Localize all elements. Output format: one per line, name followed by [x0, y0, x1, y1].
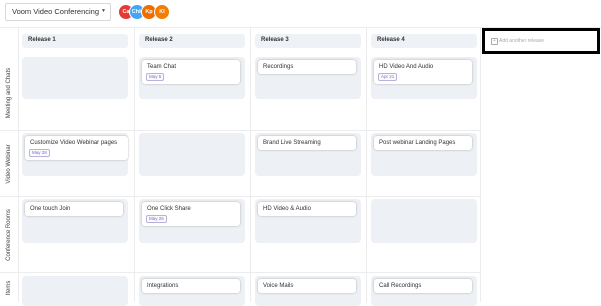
feature-card-title: Post webinar Landing Pages — [379, 140, 456, 146]
release-header-label: Release 2 — [145, 37, 173, 43]
cell-drop-zone[interactable] — [371, 199, 477, 243]
row-divider — [0, 272, 480, 273]
release-header[interactable]: Release 2 — [139, 34, 245, 48]
cell-drop-zone[interactable]: Team Chat May 5 — [139, 57, 245, 99]
add-release-label: Add another release — [499, 38, 545, 44]
feature-card-title: HD Video & Audio — [263, 206, 311, 212]
row-label-video-webinar: Video Webinar — [1, 131, 17, 196]
feature-card-title: HD Video And Audio — [379, 64, 434, 70]
feature-card-title: Call Recordings — [379, 283, 422, 289]
row-divider — [0, 196, 480, 197]
cell-drop-zone[interactable]: Recordings — [255, 57, 361, 99]
feature-card-title: One Click Share — [147, 206, 191, 212]
cell-drop-zone[interactable]: Brand Live Streaming — [255, 133, 361, 176]
chevron-down-icon: ▼ — [101, 8, 106, 14]
release-header[interactable]: Release 1 — [22, 34, 128, 48]
cell-drop-zone[interactable] — [22, 57, 128, 99]
column-divider — [480, 28, 481, 302]
feature-card[interactable]: One touch Join — [25, 202, 123, 216]
feature-card[interactable]: Call Recordings — [374, 279, 472, 293]
top-bar: Voom Video Conferencing ▼ Ca Chk Kp Kl — [0, 0, 601, 27]
feature-card-title: Integrations — [147, 283, 179, 289]
column-divider — [134, 28, 135, 302]
plus-icon: + — [491, 38, 498, 45]
row-label-meeting-and-chats: Meeting and Chats — [1, 55, 17, 130]
feature-card[interactable]: HD Video & Audio — [258, 202, 356, 216]
feature-card-date: May 26 — [146, 215, 167, 223]
feature-card-title: One touch Join — [30, 206, 71, 212]
cell-drop-zone[interactable] — [139, 133, 245, 176]
cell-drop-zone[interactable]: HD Video & Audio — [255, 199, 361, 243]
feature-card-title: Recordings — [263, 64, 294, 70]
feature-card[interactable]: Customize Video Webinar pages May 28 — [25, 136, 128, 160]
feature-card-title: Voice Mails — [263, 283, 294, 289]
feature-card[interactable]: Recordings — [258, 60, 356, 74]
feature-card-title: Customize Video Webinar pages — [30, 140, 118, 146]
cell-drop-zone[interactable]: One Click Share May 26 — [139, 199, 245, 243]
feature-card[interactable]: Post webinar Landing Pages — [374, 136, 472, 150]
row-label-text: Conference Rooms — [6, 208, 12, 261]
row-divider — [0, 130, 480, 131]
feature-card-date: May 28 — [29, 149, 50, 157]
feature-card[interactable]: Team Chat May 5 — [142, 60, 240, 84]
release-header-label: Release 3 — [261, 37, 289, 43]
feature-card-date: Apr 21 — [378, 73, 398, 81]
row-label-items: Items — [1, 273, 17, 302]
feature-card[interactable]: One Click Share May 26 — [142, 202, 240, 226]
feature-card[interactable]: Voice Mails — [258, 279, 356, 293]
product-select[interactable]: Voom Video Conferencing ▼ — [5, 3, 111, 21]
feature-card-date: May 5 — [146, 73, 165, 81]
release-header-label: Release 4 — [377, 37, 405, 43]
cell-drop-zone[interactable]: Post webinar Landing Pages — [371, 133, 477, 176]
avatar[interactable]: Kl — [154, 4, 170, 20]
add-release-button[interactable]: + Add another release — [482, 28, 600, 54]
cell-drop-zone[interactable]: Customize Video Webinar pages May 28 — [22, 133, 128, 176]
row-label-text: Items — [6, 280, 12, 295]
feature-card-title: Team Chat — [147, 64, 177, 70]
feature-card[interactable]: Integrations — [142, 279, 240, 293]
cell-drop-zone[interactable]: One touch Join — [22, 199, 128, 243]
release-header[interactable]: Release 3 — [255, 34, 361, 48]
row-label-conference-rooms: Conference Rooms — [1, 197, 17, 272]
release-header[interactable]: Release 4 — [371, 34, 477, 48]
release-header-label: Release 1 — [28, 37, 56, 43]
feature-card[interactable]: Brand Live Streaming — [258, 136, 356, 150]
feature-card[interactable]: HD Video And Audio Apr 21 — [374, 60, 472, 84]
row-label-text: Video Webinar — [6, 143, 12, 184]
column-divider — [366, 28, 367, 302]
cell-drop-zone[interactable]: HD Video And Audio Apr 21 — [371, 57, 477, 99]
product-select-value: Voom Video Conferencing — [12, 7, 100, 16]
row-label-text: Meeting and Chats — [6, 67, 12, 118]
column-divider — [250, 28, 251, 302]
feature-card-title: Brand Live Streaming — [263, 140, 321, 146]
